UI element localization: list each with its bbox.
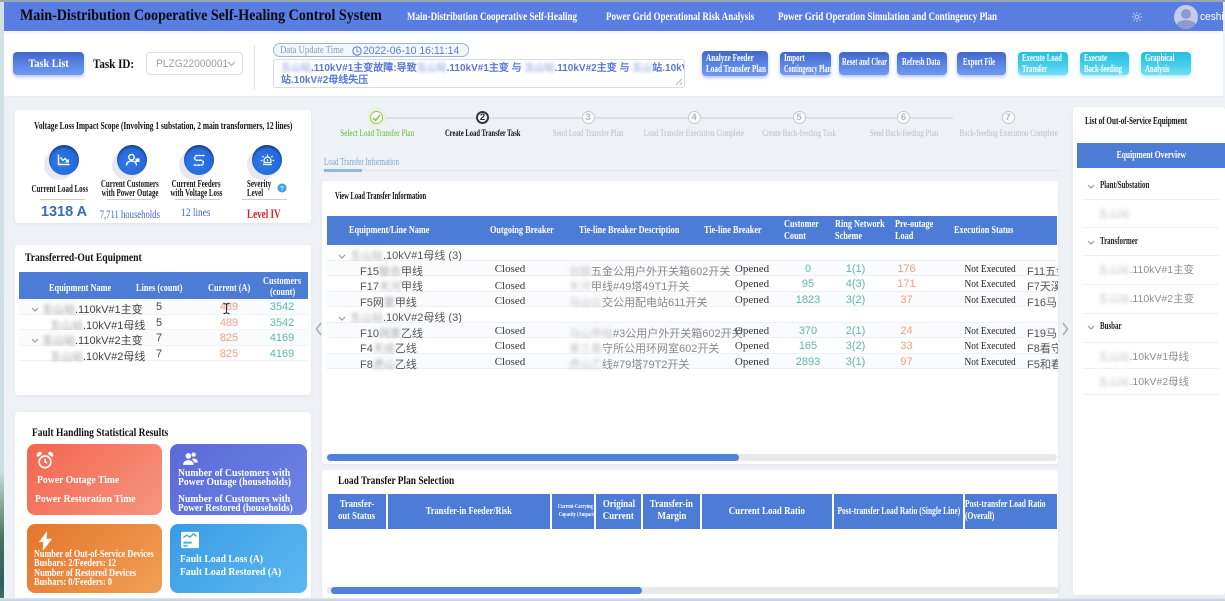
svg-text:?: ?	[280, 185, 284, 192]
